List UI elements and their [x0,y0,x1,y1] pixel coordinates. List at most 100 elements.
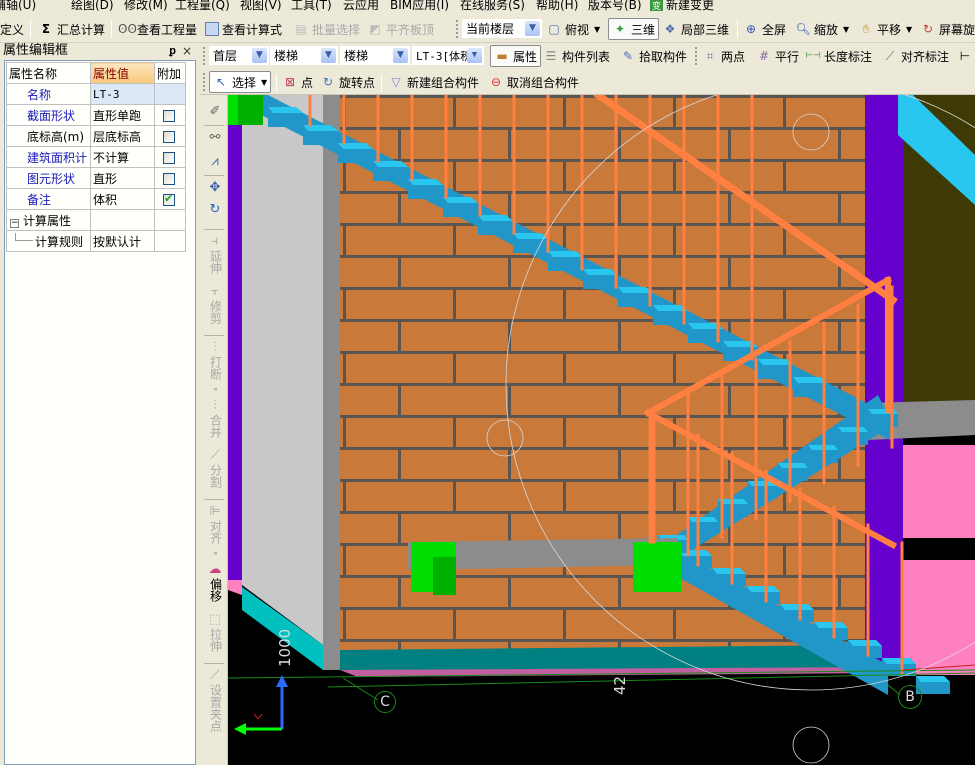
offset-tool-button[interactable]: ☁ 偏移 [204,563,226,605]
extra-cell [154,104,186,126]
menu-item-version[interactable]: 版本号(B) [588,0,642,13]
cancel-group-icon: ⊖ [490,75,502,89]
split-tool-button[interactable]: ⟋ 分割 [204,449,226,491]
green-support-right [633,542,681,592]
menu-item-new-change[interactable]: 变新建变更 [650,0,714,13]
stair-tread [838,427,868,432]
align-slab-top-button[interactable]: ◩ 平齐板顶 [367,19,434,39]
select-button[interactable]: ↖ 选择 ▼ [209,71,272,93]
property-value[interactable]: 直形 [90,167,155,189]
menu-item-auxiliary-axis[interactable]: 辅轴(U) [0,0,36,13]
property-name: 备注 [6,188,91,210]
aligned-dimension-button[interactable]: ⟋ 对齐标注 [882,46,949,66]
panel-title-bar: 属性编辑框 ᵱ × [0,43,198,59]
grip-point-icon: ⟋ [210,668,220,683]
break-tool-button[interactable]: ⫶ 打断 ◂ [204,341,226,396]
group-header[interactable]: − 计算属性 [6,209,91,231]
3d-view-button[interactable]: ✦ 三维 [608,18,660,40]
merge-tool-button[interactable]: ⫶ 合并 [204,399,226,441]
extend-tool-button[interactable]: ⫞ 延伸 [204,235,226,277]
table-row: 底标高(m) 层底标高 [6,125,186,147]
menu-item-bim[interactable]: BIM应用(I) [390,0,449,13]
align-tool-button[interactable]: ⊫ 对齐 ◂ [204,505,226,560]
menu-item-online-service[interactable]: 在线服务(S) [460,0,525,13]
cube-icon: ▢ [548,22,560,36]
floor-select[interactable]: 首层 ▼ [209,46,269,65]
menu-item-help[interactable]: 帮助(H) [536,0,578,13]
property-name: 建筑面积计 [6,146,91,168]
axis-bubble-c[interactable]: C [374,691,396,713]
extra-checkbox[interactable] [163,172,175,185]
zoom-button[interactable]: 🔍︎ 缩放 ▼ [795,19,849,39]
property-value[interactable]: 体积 [90,188,155,210]
toolbar-grip[interactable] [203,73,206,91]
property-value-input[interactable]: LT-3 [90,83,155,105]
property-value[interactable]: 不计算 [90,146,155,168]
menu-item-quantity[interactable]: 工程量(Q) [175,0,230,13]
axis-bubble-b[interactable]: B [898,685,922,709]
stair-tread [778,463,808,468]
move-tool-button[interactable]: ✥ [204,181,226,196]
copy-tool-button[interactable]: ⚯ [204,131,226,146]
mirror-tool-button[interactable]: ⩘ [204,155,226,170]
rotate-tool-button[interactable]: ↻ [204,203,226,218]
extra-checkbox-checked[interactable] [163,192,175,206]
view-quantity-button[interactable]: ʘʘ 查看工程量 [118,19,197,39]
stair-tread [882,658,916,664]
component-select[interactable]: LT-3[体积 ▼ [412,46,484,65]
pick-component-button[interactable]: ✎ 拾取构件 [620,46,687,66]
properties-button[interactable]: ▬ 属性 [490,45,542,67]
stretch-tool-button[interactable]: ⬚ 拉伸 [204,613,226,655]
category-select[interactable]: 楼梯 ▼ [270,46,338,65]
menu-item-modify[interactable]: 修改(M) [124,0,168,13]
current-floor-select[interactable]: 当前楼层 ▼ [462,19,542,38]
property-value[interactable]: 按默认计 [90,230,155,252]
3d-viewport[interactable]: 1000 42 C B [228,95,975,765]
trim-tool-button[interactable]: ⫟ 修剪 [204,285,226,327]
close-icon[interactable]: × [182,43,192,59]
new-group-component-button[interactable]: ▽ 新建组合构件 [388,72,479,92]
toolbar-grip[interactable] [203,47,206,65]
pan-button[interactable]: ✋︎ 平移 ▼ [858,19,913,39]
property-value[interactable]: 直形单跑 [90,104,155,126]
component-list-button[interactable]: ☰ 构件列表 [543,46,610,66]
view-formula-button[interactable]: 查看计算式 [205,19,282,39]
extra-checkbox[interactable] [163,151,175,164]
batch-select-button[interactable]: ▤ 批量选择 [293,19,360,39]
rotate-screen-icon: ↻ [922,22,934,36]
local-3d-button[interactable]: ❖ 局部三维 [662,19,729,39]
fullscreen-icon: ⊕ [745,22,757,36]
menu-item-view[interactable]: 视图(V) [240,0,282,13]
point-button[interactable]: ⊠ 点 [282,72,313,92]
toolbar-separator [204,663,224,664]
pin-icon[interactable]: ᵱ [169,43,176,59]
fullscreen-button[interactable]: ⊕ 全屏 [743,19,786,39]
table-row: 截面形状 直形单跑 [6,104,186,126]
dimension-tool-button[interactable]: ⊢ [957,46,975,66]
stair-tread [712,568,746,574]
menu-item-cloud[interactable]: 云应用 [343,0,379,13]
toolbar-grip[interactable] [456,20,459,38]
two-points-button[interactable]: ⌗ 两点 [702,46,745,66]
sum-calc-button[interactable]: Σ 汇总计算 [38,19,105,39]
chevron-down-icon: ▼ [393,48,408,63]
set-grip-tool-button[interactable]: ⟋ 设置夹点 [204,669,226,735]
cancel-group-component-button[interactable]: ⊖ 取消组合构件 [488,72,579,92]
extra-checkbox[interactable] [163,109,175,122]
screen-rotate-button[interactable]: ↻ 屏幕旋 [920,19,975,39]
header-extra: 附加 [154,62,186,84]
orbit-handle-bottom [792,726,830,764]
rotate-point-button[interactable]: ↻ 旋转点 [320,72,375,92]
length-dimension-button[interactable]: ⊢⊣ 长度标注 [805,46,872,66]
type-select[interactable]: 楼梯 ▼ [340,46,410,65]
property-value[interactable]: 层底标高 [90,125,155,147]
brush-tool-button[interactable]: ✐ [204,105,226,120]
menu-item-draw[interactable]: 绘图(D) [71,0,114,13]
collapse-icon[interactable]: − [10,218,19,228]
toolbar-grip[interactable] [695,47,698,65]
menu-item-tools[interactable]: 工具(T) [291,0,332,13]
top-view-button[interactable]: ▢ 俯视 ▼ [546,19,600,39]
define-button[interactable]: 定义 [0,19,24,39]
parallel-button[interactable]: # 平行 [756,46,799,66]
extra-checkbox[interactable] [163,130,175,143]
